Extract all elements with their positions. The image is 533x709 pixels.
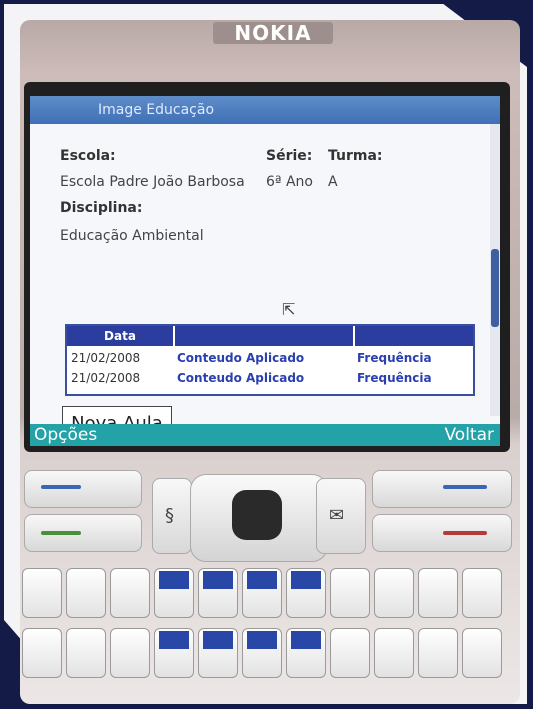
key-p[interactable] <box>418 568 458 618</box>
subject-label: Disciplina: <box>60 200 143 216</box>
class-value: A <box>328 174 338 190</box>
column-header-attendance <box>355 326 473 346</box>
key-e[interactable] <box>110 568 150 618</box>
key-number-badge <box>247 571 277 589</box>
key-number-badge <box>159 571 189 589</box>
options-softkey[interactable]: Opções <box>34 424 97 446</box>
subject-value: Educação Ambiental <box>60 228 204 244</box>
lessons-table: Data 21/02/2008 Conteudo Aplicado Frequê… <box>65 324 475 396</box>
key-d[interactable] <box>110 628 150 678</box>
menu-icon: § <box>165 505 174 526</box>
school-label: Escola: <box>60 148 116 164</box>
end-call-key[interactable] <box>372 514 512 552</box>
key-t[interactable] <box>198 568 238 618</box>
key-number-badge <box>203 631 233 649</box>
table-row: 21/02/2008 Conteudo Aplicado Frequência <box>67 348 473 368</box>
navigation-select-key[interactable] <box>232 490 282 540</box>
key-k[interactable] <box>330 628 370 678</box>
row-date: 21/02/2008 <box>71 351 141 365</box>
softkey-bar: Opções Voltar <box>30 424 500 446</box>
key-q[interactable] <box>22 568 62 618</box>
grade-label: Série: <box>266 148 313 164</box>
table-row: 21/02/2008 Conteudo Aplicado Frequência <box>67 368 473 388</box>
row-date: 21/02/2008 <box>71 371 141 385</box>
key-i[interactable] <box>330 568 370 618</box>
key-number-badge <box>247 631 277 649</box>
brand-logo: NOKIA <box>213 22 333 44</box>
grade-value: 6ª Ano <box>266 174 313 190</box>
key-number-badge <box>291 631 321 649</box>
key-s[interactable] <box>66 628 106 678</box>
right-select-key[interactable] <box>372 470 512 508</box>
right-select-icon <box>443 485 487 489</box>
key-number-badge <box>159 631 189 649</box>
left-select-icon <box>41 485 81 489</box>
attendance-link[interactable]: Frequência <box>357 368 432 388</box>
column-header-content <box>175 326 353 346</box>
key-h[interactable] <box>242 628 282 678</box>
pointer-cursor-icon: ⇱ <box>282 300 296 319</box>
key-y[interactable] <box>242 568 282 618</box>
key-f[interactable] <box>154 628 194 678</box>
key-l[interactable] <box>374 628 414 678</box>
key-backspace[interactable] <box>462 628 502 678</box>
key-extra-2[interactable] <box>418 628 458 678</box>
back-softkey[interactable]: Voltar <box>444 424 494 446</box>
key-j[interactable] <box>286 628 326 678</box>
key-number-badge <box>291 571 321 589</box>
call-key[interactable] <box>24 514 142 552</box>
end-call-icon <box>443 531 487 535</box>
call-icon <box>41 531 81 535</box>
key-o[interactable] <box>374 568 414 618</box>
content-link[interactable]: Conteudo Aplicado <box>177 368 304 388</box>
key-extra[interactable] <box>462 568 502 618</box>
scrollbar[interactable] <box>490 124 500 416</box>
phone-screen: Image Educação Escola: Série: Turma: Esc… <box>30 96 500 446</box>
key-number-badge <box>203 571 233 589</box>
menu-key[interactable]: § <box>152 478 192 554</box>
phone-device: NOKIA Image Educação Escola: Série: Turm… <box>20 20 520 704</box>
table-header: Data <box>67 326 473 346</box>
app-title-bar: Image Educação <box>30 96 500 124</box>
key-g[interactable] <box>198 628 238 678</box>
class-label: Turma: <box>328 148 383 164</box>
column-header-date: Data <box>67 326 173 346</box>
envelope-icon: ✉ <box>329 505 345 526</box>
left-select-key[interactable] <box>24 470 142 508</box>
message-key[interactable]: ✉ <box>316 478 366 554</box>
school-value: Escola Padre João Barbosa <box>60 174 245 190</box>
scroll-thumb[interactable] <box>491 249 499 327</box>
key-a[interactable] <box>22 628 62 678</box>
content-link[interactable]: Conteudo Aplicado <box>177 348 304 368</box>
app-title: Image Educação <box>98 102 215 118</box>
key-r[interactable] <box>154 568 194 618</box>
key-u[interactable] <box>286 568 326 618</box>
attendance-link[interactable]: Frequência <box>357 348 432 368</box>
key-w[interactable] <box>66 568 106 618</box>
